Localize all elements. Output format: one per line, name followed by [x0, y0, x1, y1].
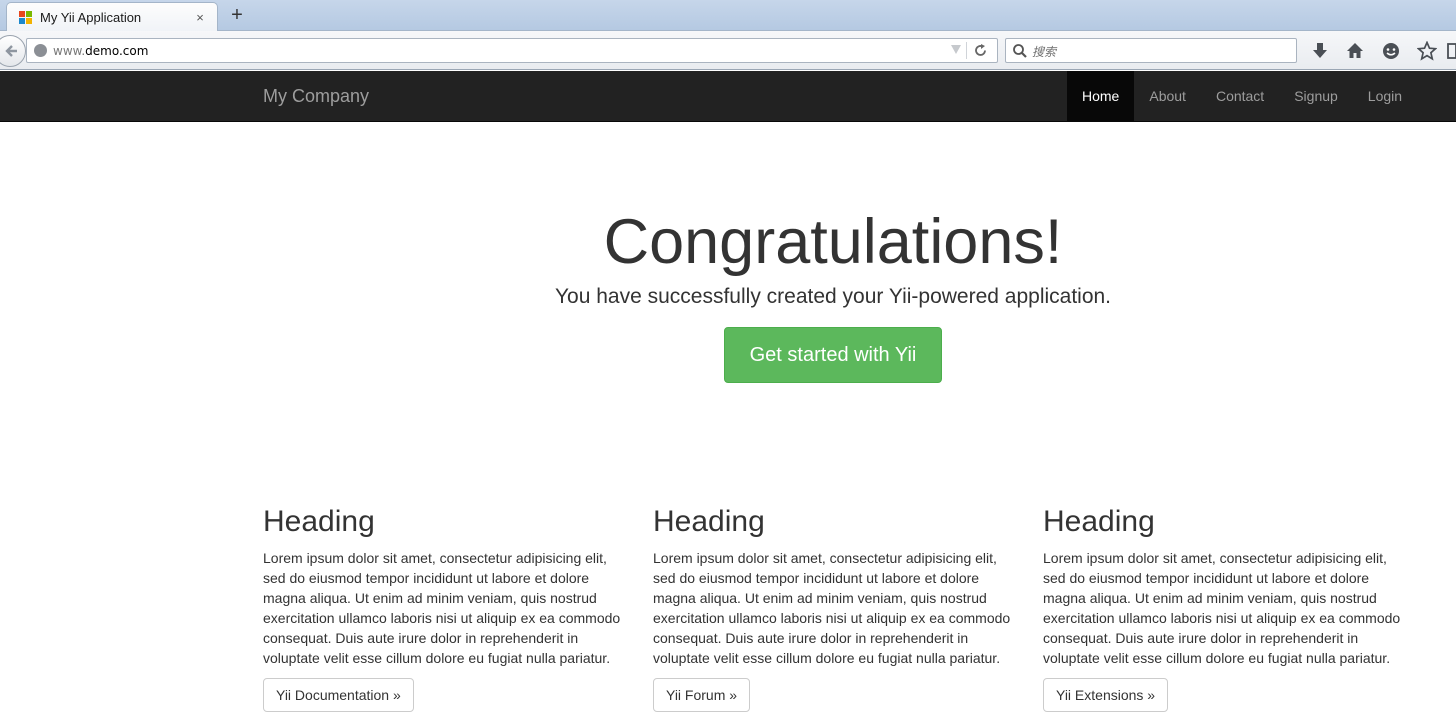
browser-tabstrip: My Yii Application × +	[0, 0, 1456, 32]
search-icon	[1013, 44, 1027, 58]
nav-item-signup[interactable]: Signup	[1279, 71, 1353, 121]
page-title: Congratulations!	[603, 207, 1063, 277]
nav-item-contact[interactable]: Contact	[1201, 71, 1279, 121]
chat-icon[interactable]	[1381, 41, 1401, 61]
new-tab-button[interactable]: +	[226, 4, 248, 26]
yii-extensions-button[interactable]: Yii Extensions »	[1043, 678, 1169, 712]
column-forum: Heading Lorem ipsum dolor sit amet, cons…	[653, 500, 1043, 712]
column-heading: Heading	[1043, 505, 1155, 538]
url-prefix: www.	[53, 44, 86, 58]
nav-item-login[interactable]: Login	[1353, 71, 1417, 121]
content-columns: Heading Lorem ipsum dolor sit amet, cons…	[263, 500, 1433, 712]
column-extensions: Heading Lorem ipsum dolor sit amet, cons…	[1043, 500, 1433, 712]
tab-close-icon[interactable]: ×	[193, 10, 207, 25]
bookmark-star-icon[interactable]	[1417, 41, 1437, 61]
lead-text: You have successfully created your Yii-p…	[554, 285, 1112, 309]
yii-favicon-icon	[19, 10, 33, 25]
site-navbar: My Company Home About Contact Signup Log…	[0, 71, 1456, 122]
nav-item-home[interactable]: Home	[1067, 71, 1135, 121]
browser-tab[interactable]: My Yii Application ×	[6, 2, 218, 32]
nav-menu: Home About Contact Signup Login	[1067, 71, 1417, 121]
search-input[interactable]: 搜索	[1032, 43, 1056, 60]
download-icon[interactable]	[1310, 41, 1330, 61]
back-button[interactable]	[0, 35, 26, 67]
brand-link[interactable]: My Company	[263, 86, 369, 107]
column-text: Lorem ipsum dolor sit amet, consectetur …	[263, 550, 621, 666]
globe-icon	[34, 44, 47, 57]
url-text: www.demo.com	[53, 44, 148, 58]
address-bar[interactable]: www.demo.com	[26, 38, 998, 63]
back-arrow-icon	[5, 45, 17, 57]
tab-title: My Yii Application	[40, 10, 142, 25]
column-documentation: Heading Lorem ipsum dolor sit amet, cons…	[263, 500, 653, 712]
column-heading: Heading	[653, 505, 765, 538]
search-bar[interactable]: 搜索	[1005, 38, 1297, 63]
column-heading: Heading	[263, 505, 375, 538]
url-domain: demo.com	[85, 44, 149, 58]
column-text: Lorem ipsum dolor sit amet, consectetur …	[1043, 550, 1401, 666]
reload-icon[interactable]	[973, 43, 988, 58]
jumbotron: Congratulations! You have successfully c…	[263, 190, 1403, 384]
dropdown-arrow-icon[interactable]	[951, 45, 961, 54]
browser-toolbar: www.demo.com 搜索	[0, 31, 1456, 70]
get-started-button[interactable]: Get started with Yii	[723, 327, 943, 384]
yii-documentation-button[interactable]: Yii Documentation »	[263, 678, 414, 712]
home-icon[interactable]	[1345, 41, 1365, 61]
bookmarks-menu-icon[interactable]	[1446, 41, 1456, 61]
url-divider	[966, 42, 967, 59]
yii-forum-button[interactable]: Yii Forum »	[653, 678, 751, 712]
column-text: Lorem ipsum dolor sit amet, consectetur …	[653, 550, 1011, 666]
nav-item-about[interactable]: About	[1134, 71, 1201, 121]
